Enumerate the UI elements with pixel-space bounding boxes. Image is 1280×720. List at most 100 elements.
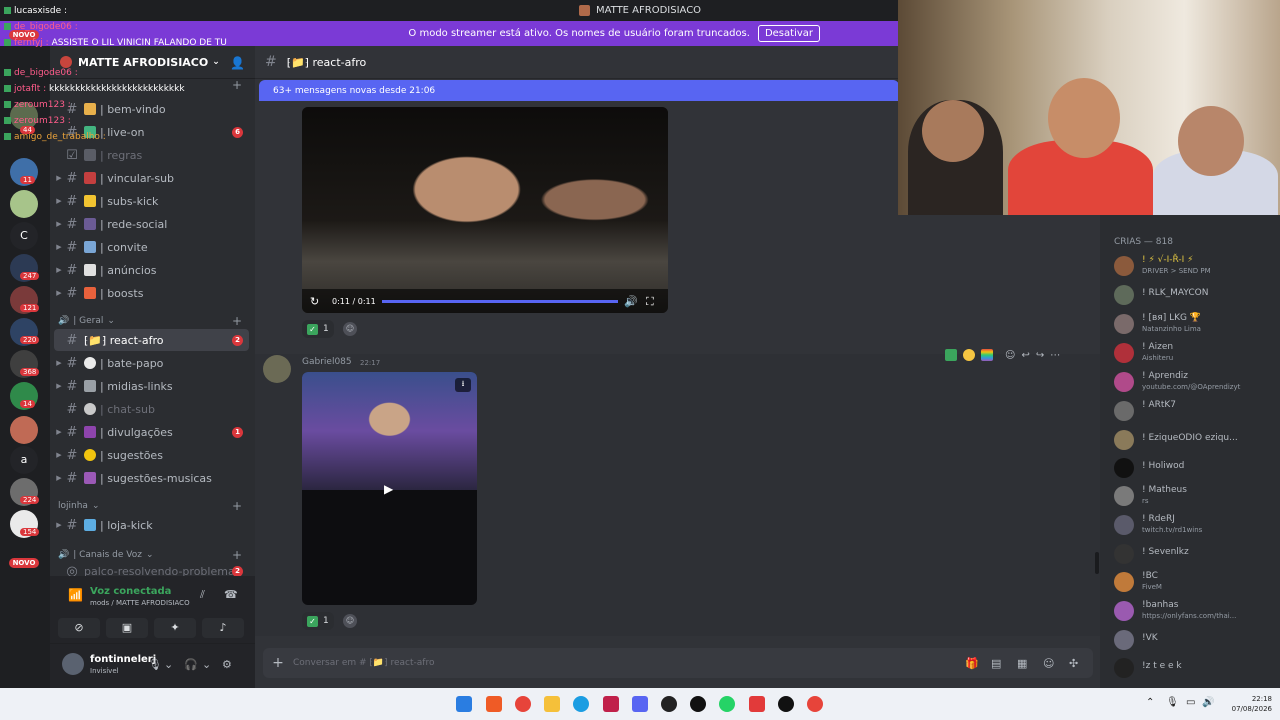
app-icon[interactable] xyxy=(661,696,677,712)
chevron-down-icon[interactable]: ⌄ xyxy=(164,658,173,671)
apps-icon[interactable]: ✣ xyxy=(1069,657,1078,670)
server-header[interactable]: MATTE AFRODISIACO ⌄ 👤 xyxy=(50,46,255,79)
video-progress-bar[interactable] xyxy=(382,300,618,303)
sticker-icon[interactable]: ▦ xyxy=(1017,657,1027,670)
system-clock[interactable]: 22:18 07/08/2026 xyxy=(1222,694,1272,714)
avatar[interactable] xyxy=(263,355,291,383)
username[interactable]: fontinnelerj xyxy=(90,654,156,665)
add-channel-icon[interactable]: + xyxy=(232,548,242,562)
replay-icon[interactable]: ↻ xyxy=(310,295,319,308)
member-item[interactable]: ! Aizen Aishiteru xyxy=(1114,340,1274,364)
category-voz[interactable]: 🔊 | Canais de Voz ⌄ + xyxy=(58,548,248,562)
edge-icon[interactable] xyxy=(573,696,589,712)
member-item[interactable]: !VK xyxy=(1114,627,1274,651)
channel-item[interactable]: ▶ # | anúncios xyxy=(54,259,249,281)
channel-item[interactable]: ▶ # | rede-social xyxy=(54,213,249,235)
microphone-icon[interactable]: 🎙 xyxy=(148,658,162,671)
video-attachment[interactable]: ↻ 0:11 / 0:11 🔊 ⛶ xyxy=(302,107,668,313)
add-reaction-icon[interactable]: ☺ xyxy=(343,614,357,628)
invite-people-icon[interactable]: 👤 xyxy=(230,56,245,70)
video-attachment[interactable]: ⭳ ▶ xyxy=(302,372,477,605)
channel-item[interactable]: ▶ # | vincular-sub xyxy=(54,167,249,189)
server-icon[interactable]: C xyxy=(10,222,38,250)
reply-icon[interactable]: ↩ xyxy=(1021,350,1029,361)
chevron-down-icon[interactable]: ⌄ xyxy=(202,658,211,671)
play-icon[interactable]: ▶ xyxy=(384,482,393,496)
disconnect-icon[interactable]: ☎ xyxy=(224,588,238,601)
member-item[interactable]: ! Matheus rs xyxy=(1114,483,1274,507)
server-icon[interactable]: a xyxy=(10,446,38,474)
scrollbar[interactable] xyxy=(1095,552,1099,574)
fullscreen-icon[interactable]: ⛶ xyxy=(646,295,654,309)
channel-item[interactable]: ▶ # | sugestões-musicas xyxy=(54,467,249,489)
gear-icon[interactable]: ⚙ xyxy=(222,658,232,671)
channel-item[interactable]: # | bem-vindo xyxy=(54,98,249,120)
server-icon[interactable] xyxy=(10,190,38,218)
emoji-icon[interactable]: ☺ xyxy=(1043,657,1054,670)
volume-icon[interactable]: 🔊 xyxy=(1202,697,1214,708)
download-icon[interactable]: ⭳ xyxy=(455,378,471,392)
add-reaction-icon[interactable]: ☺ xyxy=(343,322,357,336)
member-item[interactable]: ! ⚡ √-Ι-Ř-Ι ⚡ DRIVER > SEND PM xyxy=(1114,253,1274,277)
channel-item[interactable]: ▶ # | subs-kick xyxy=(54,190,249,212)
camera-off-icon[interactable]: ⊘ xyxy=(58,618,100,638)
voice-status[interactable]: Voz conectada xyxy=(90,586,171,597)
add-reaction-icon[interactable]: ☺ xyxy=(1005,350,1015,361)
avatar[interactable] xyxy=(62,653,84,675)
file-explorer-icon[interactable] xyxy=(544,696,560,712)
volume-icon[interactable]: 🔊 xyxy=(624,295,638,308)
channel-item[interactable]: # | chat-sub xyxy=(54,398,249,420)
check-emoji-icon[interactable] xyxy=(945,349,957,361)
member-item[interactable]: !banhas https://onlyfans.com/thai... xyxy=(1114,598,1274,622)
member-item[interactable]: !z t e e k xyxy=(1114,655,1274,679)
channel-item[interactable]: ▶ # | boosts xyxy=(54,282,249,304)
app-icon[interactable] xyxy=(603,696,619,712)
member-item[interactable]: ! ARtK7 xyxy=(1114,398,1274,422)
forward-icon[interactable]: ↪ xyxy=(1036,350,1044,361)
network-icon[interactable]: ▭ xyxy=(1186,697,1195,708)
composer-placeholder[interactable]: Conversar em # ⁅📁⁆ react-afro xyxy=(293,658,434,668)
reaction-check[interactable]: ✓ 1 xyxy=(302,612,334,630)
chrome-icon[interactable] xyxy=(515,696,531,712)
channel-item[interactable]: ▶ # | loja-kick xyxy=(54,514,249,536)
member-item[interactable]: ! [вя] LKG 🏆 Natanzinho Lima xyxy=(1114,311,1274,335)
channel-item[interactable]: ▶ # | sugestões xyxy=(54,444,249,466)
member-item[interactable]: ! RLK_MAYCON xyxy=(1114,282,1274,306)
member-item[interactable]: ! Sevenlkz xyxy=(1114,541,1274,565)
brave-icon[interactable] xyxy=(486,696,502,712)
add-channel-icon[interactable]: + xyxy=(232,499,242,513)
rainbow-flag-icon[interactable] xyxy=(981,349,993,361)
new-messages-bar[interactable]: 63+ mensagens novas desde 21:06 xyxy=(259,80,899,101)
microphone-icon[interactable]: 🎙 xyxy=(1166,697,1179,708)
headphones-icon[interactable]: 🎧 xyxy=(184,658,198,671)
activities-icon[interactable]: ✦ xyxy=(154,618,196,638)
member-item[interactable]: ! EziqueODIO eziqu... xyxy=(1114,427,1274,451)
discord-icon[interactable] xyxy=(632,696,648,712)
channel-item[interactable]: ▶ # | midias-links xyxy=(54,375,249,397)
soundboard-icon[interactable]: ♪ xyxy=(202,618,244,638)
category-geral[interactable]: 🔊 | Geral ⌄ + xyxy=(58,314,248,328)
channel-item[interactable]: ▶ # | bate-papo xyxy=(54,352,249,374)
member-item[interactable]: ! RdeRJ twitch.tv/rd1wins xyxy=(1114,512,1274,536)
attach-plus-icon[interactable]: + xyxy=(263,655,293,671)
member-item[interactable]: !BC FiveM xyxy=(1114,569,1274,593)
channel-item-react-afro[interactable]: # ⁅📁⁆ react-afro 2 xyxy=(54,329,249,351)
member-item[interactable]: ! Holiwod xyxy=(1114,455,1274,479)
reaction-check[interactable]: ✓ 1 xyxy=(302,320,334,338)
chrome-icon[interactable] xyxy=(807,696,823,712)
message-author[interactable]: Gabriel085 xyxy=(302,357,352,367)
member-item[interactable]: ! Aprendiz youtube.com/@OAprendizyt xyxy=(1114,369,1274,393)
app-icon[interactable] xyxy=(749,696,765,712)
channel-item[interactable]: ▶ # | divulgações 1 xyxy=(54,421,249,443)
channel-item[interactable]: ▶ # | convite xyxy=(54,236,249,258)
add-channel-icon[interactable]: + xyxy=(232,314,242,328)
more-icon[interactable]: ⋯ xyxy=(1050,350,1060,361)
voice-location[interactable]: mods / MATTE AFRODISIACO xyxy=(90,599,190,607)
category-lojinha[interactable]: lojinha ⌄ + xyxy=(58,499,248,513)
gif-icon[interactable]: ▤ xyxy=(991,657,1001,670)
chevron-up-icon[interactable]: ⌃ xyxy=(1146,697,1154,708)
signal-icon[interactable]: 📶 xyxy=(68,588,83,602)
whatsapp-icon[interactable] xyxy=(719,696,735,712)
laughing-emoji-icon[interactable] xyxy=(963,349,975,361)
server-icon[interactable] xyxy=(10,416,38,444)
